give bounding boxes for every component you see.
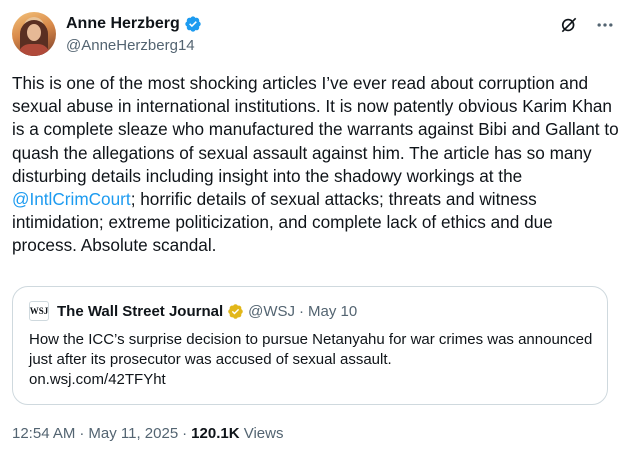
quoted-tweet-header: WSJ The Wall Street Journal @WSJ · May 1… bbox=[29, 301, 357, 321]
author-avatar[interactable] bbox=[12, 12, 56, 56]
mention-link[interactable]: @IntlCrimCourt bbox=[12, 189, 131, 209]
quoted-tweet-text: How the ICC’s surprise decision to pursu… bbox=[29, 330, 593, 390]
quoted-tweet-card[interactable]: WSJ The Wall Street Journal @WSJ · May 1… bbox=[12, 286, 608, 405]
gold-verified-badge-icon bbox=[227, 303, 244, 320]
tweet-text-part1: This is one of the most shocking article… bbox=[12, 73, 619, 186]
avatar-face bbox=[27, 24, 41, 41]
author-handle[interactable]: @AnneHerzberg14 bbox=[66, 37, 195, 54]
quoted-author-name[interactable]: The Wall Street Journal bbox=[57, 303, 223, 320]
quoted-date[interactable]: May 10 bbox=[308, 303, 357, 320]
author-name-row: Anne Herzberg bbox=[66, 15, 202, 33]
tweet-date[interactable]: May 11, 2025 bbox=[88, 425, 178, 442]
quoted-separator: · bbox=[299, 302, 305, 320]
views-count[interactable]: 120.1K bbox=[191, 425, 239, 442]
quoted-author-handle[interactable]: @WSJ bbox=[248, 303, 295, 320]
views-label: Views bbox=[243, 425, 284, 442]
author-display-name[interactable]: Anne Herzberg bbox=[66, 15, 180, 33]
meta-separator: · bbox=[79, 425, 85, 442]
avatar-shirt bbox=[18, 44, 50, 56]
tweet-actions-top bbox=[558, 14, 616, 36]
tweet-meta: 12:54 AM · May 11, 2025 · 120.1K Views bbox=[12, 425, 283, 442]
quoted-body: How the ICC’s surprise decision to pursu… bbox=[29, 331, 593, 368]
meta-separator: · bbox=[182, 425, 188, 442]
wsj-logo-icon[interactable]: WSJ bbox=[29, 301, 49, 321]
tweet-text: This is one of the most shocking article… bbox=[12, 72, 622, 258]
more-options-icon[interactable] bbox=[594, 14, 616, 36]
tweet-time[interactable]: 12:54 AM bbox=[12, 425, 75, 442]
grok-icon[interactable] bbox=[558, 14, 580, 36]
verified-badge-icon bbox=[184, 15, 202, 33]
quoted-link[interactable]: on.wsj.com/42TFYht bbox=[29, 371, 166, 388]
